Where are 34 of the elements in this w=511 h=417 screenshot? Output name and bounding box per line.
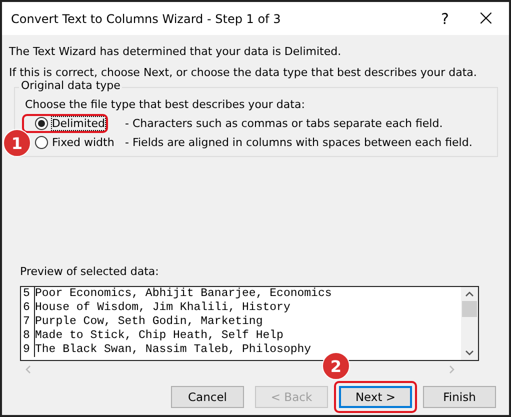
option-description: - Characters such as commas or tabs separate each field. [125,117,443,130]
close-button[interactable]: × [463,6,509,31]
highlight-frame[interactable]: Delimited [25,117,105,130]
option-label[interactable]: Fixed width [52,136,114,149]
radio-button[interactable] [35,136,48,149]
dialog-button[interactable]: Next > [339,386,412,408]
prompt-text: Choose the file type that best describes your data: [25,97,306,113]
info-text: If this is correct, choose Next, or choose the data type that best describes your data. [9,65,478,80]
preview-line: Purple Cow, Seth Godin, Marketing [35,315,263,329]
step-badge: 1 [3,129,31,157]
vertical-scrollbar[interactable] [461,287,478,360]
scroll-down-icon[interactable] [465,350,474,356]
preview-line: House of Wisdom, Jim Khalili, History [35,301,290,315]
line-number: 9 [21,343,35,357]
preview-line: The Black Swan, Nassim Taleb, Philosophy [35,343,312,357]
scroll-up-icon[interactable] [465,291,474,297]
line-number: 6 [21,301,35,315]
dialog-button[interactable]: Finish [423,386,496,408]
preview-line: Poor Economics, Abhijit Banarjee, Economics [35,287,332,301]
preview-line: Made to Stick, Chip Heath, Self Help [35,329,284,343]
help-button[interactable]: ? [427,10,463,28]
window-title: Convert Text to Columns Wizard - Step 1 of 3 [11,12,282,26]
dialog-button[interactable]: Cancel [171,386,244,408]
step-badge: 2 [322,352,350,380]
info-text: The Text Wizard has determined that your data is Delimited. [9,44,342,60]
radio-button[interactable] [35,117,48,130]
line-number: 7 [21,315,35,329]
line-number: 5 [21,287,35,301]
scroll-thumb[interactable] [462,301,477,317]
preview-label: Preview of selected data: [20,265,160,278]
option-label[interactable]: Delimited [52,117,105,130]
line-number: 8 [21,329,35,343]
group-title: Original data type [19,79,122,92]
option-description: - Fields are aligned in columns with spaces between each field. [125,136,472,149]
